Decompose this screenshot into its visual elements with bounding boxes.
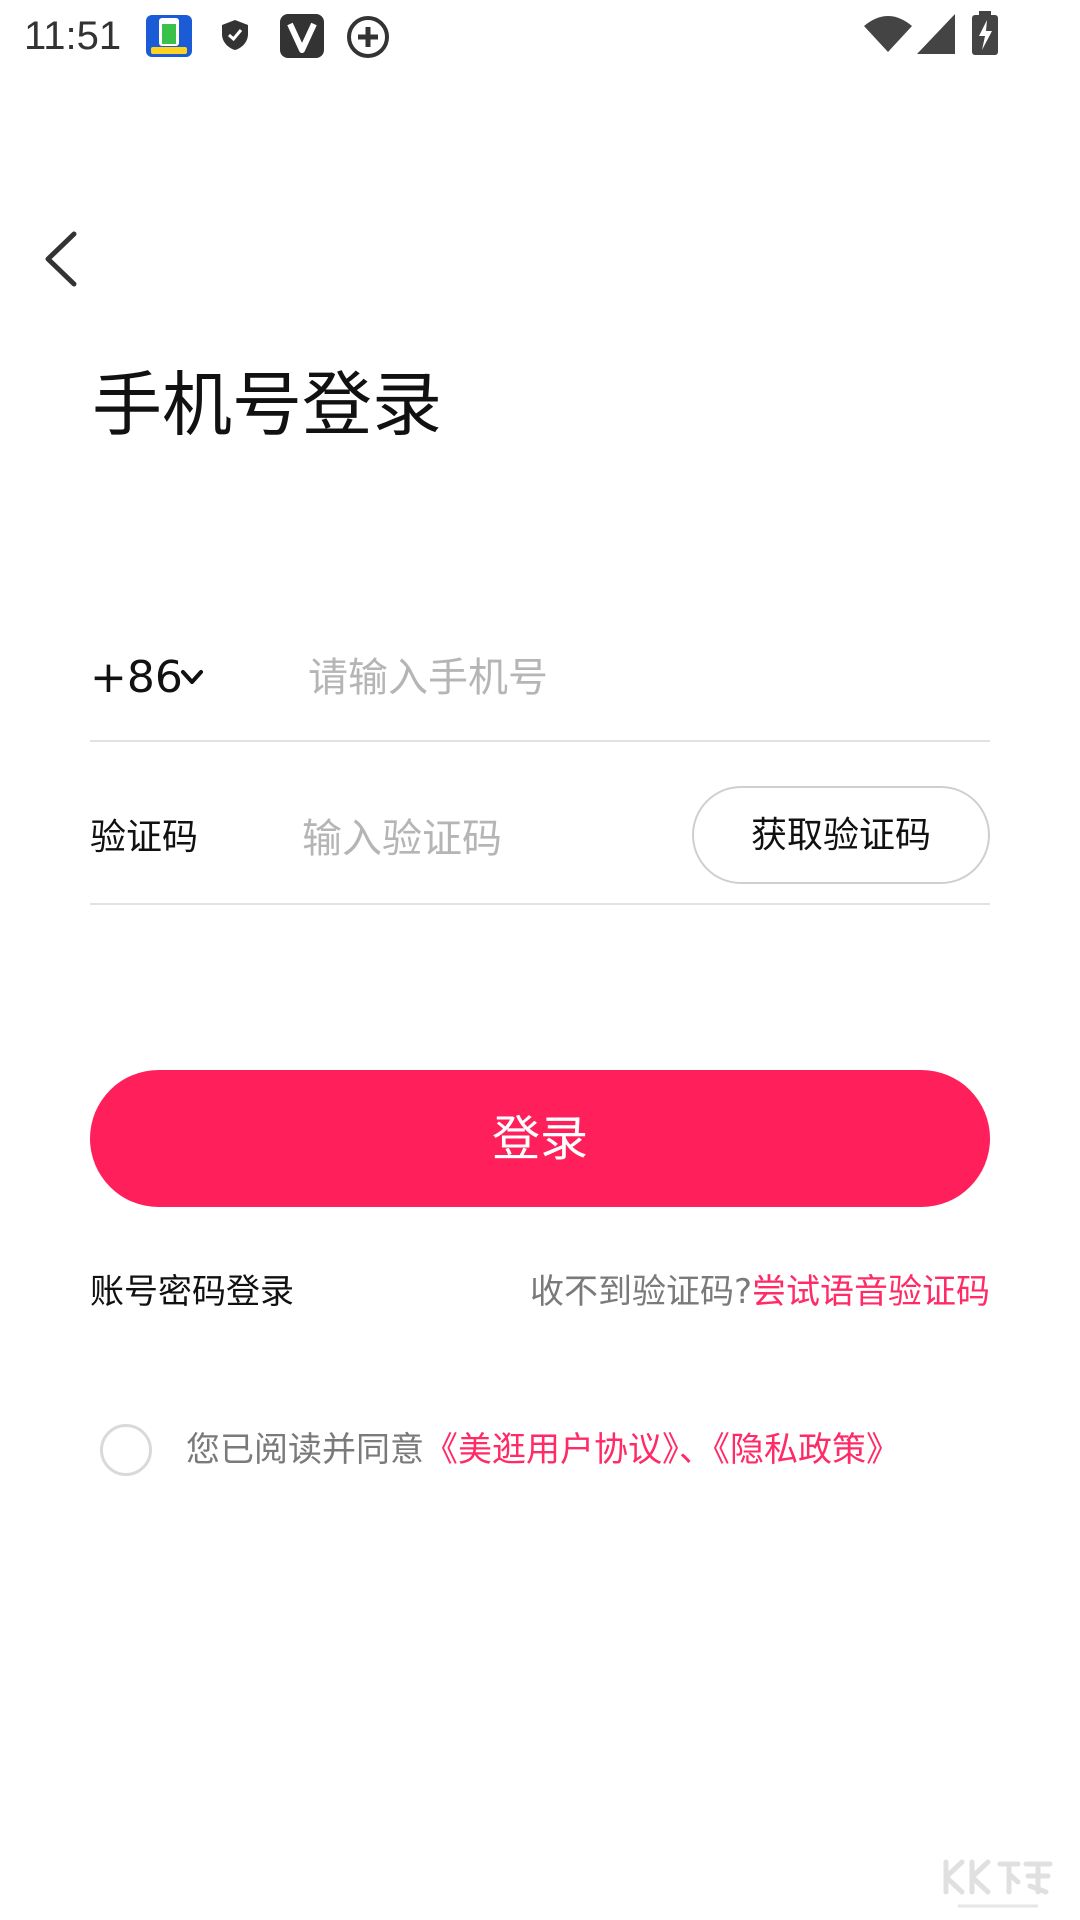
agreement-prefix: 您已阅读并同意 xyxy=(186,1430,424,1470)
status-time: 11:51 xyxy=(24,14,122,58)
v-icon xyxy=(280,14,324,58)
login-button[interactable]: 登录 xyxy=(90,1070,990,1207)
code-input[interactable] xyxy=(302,804,682,874)
app-icon xyxy=(146,15,192,57)
watermark-logo xyxy=(943,1859,1053,1908)
plus-circle-icon xyxy=(347,16,389,58)
agreement-checkbox[interactable] xyxy=(100,1424,152,1476)
signal-icon xyxy=(917,14,955,54)
phone-input[interactable] xyxy=(308,640,978,716)
chevron-down-icon[interactable] xyxy=(180,666,204,690)
links-row: 账号密码登录 收不到验证码?尝试语音验证码 xyxy=(90,1262,990,1322)
user-agreement-link[interactable]: 《美逛用户协议》 xyxy=(424,1430,679,1470)
country-code-selector[interactable]: +86 xyxy=(90,648,183,708)
privacy-policy-link[interactable]: 《隐私政策》 xyxy=(713,1430,900,1470)
shield-icon xyxy=(222,20,248,50)
voice-code-wrap: 收不到验证码?尝试语音验证码 xyxy=(530,1262,990,1322)
page-title: 手机号登录 xyxy=(92,364,442,446)
status-bar: 11:51 xyxy=(0,0,1080,72)
phone-row: +86 xyxy=(90,630,990,742)
wifi-icon xyxy=(864,16,912,52)
battery-charging-icon xyxy=(972,11,998,55)
code-row: 验证码 获取验证码 xyxy=(90,780,990,905)
agreement-text: 您已阅读并同意《美逛用户协议》、《隐私政策》 xyxy=(186,1420,900,1480)
no-code-text: 收不到验证码? xyxy=(529,1272,752,1312)
agreement-row: 您已阅读并同意《美逛用户协议》、《隐私政策》 xyxy=(100,1420,1000,1480)
get-code-button[interactable]: 获取验证码 xyxy=(692,786,990,884)
code-label: 验证码 xyxy=(90,817,199,858)
password-login-link[interactable]: 账号密码登录 xyxy=(90,1262,294,1322)
voice-code-link[interactable]: 尝试语音验证码 xyxy=(752,1272,990,1312)
agreement-separator: 、 xyxy=(679,1430,713,1470)
back-arrow-icon[interactable] xyxy=(30,224,90,294)
